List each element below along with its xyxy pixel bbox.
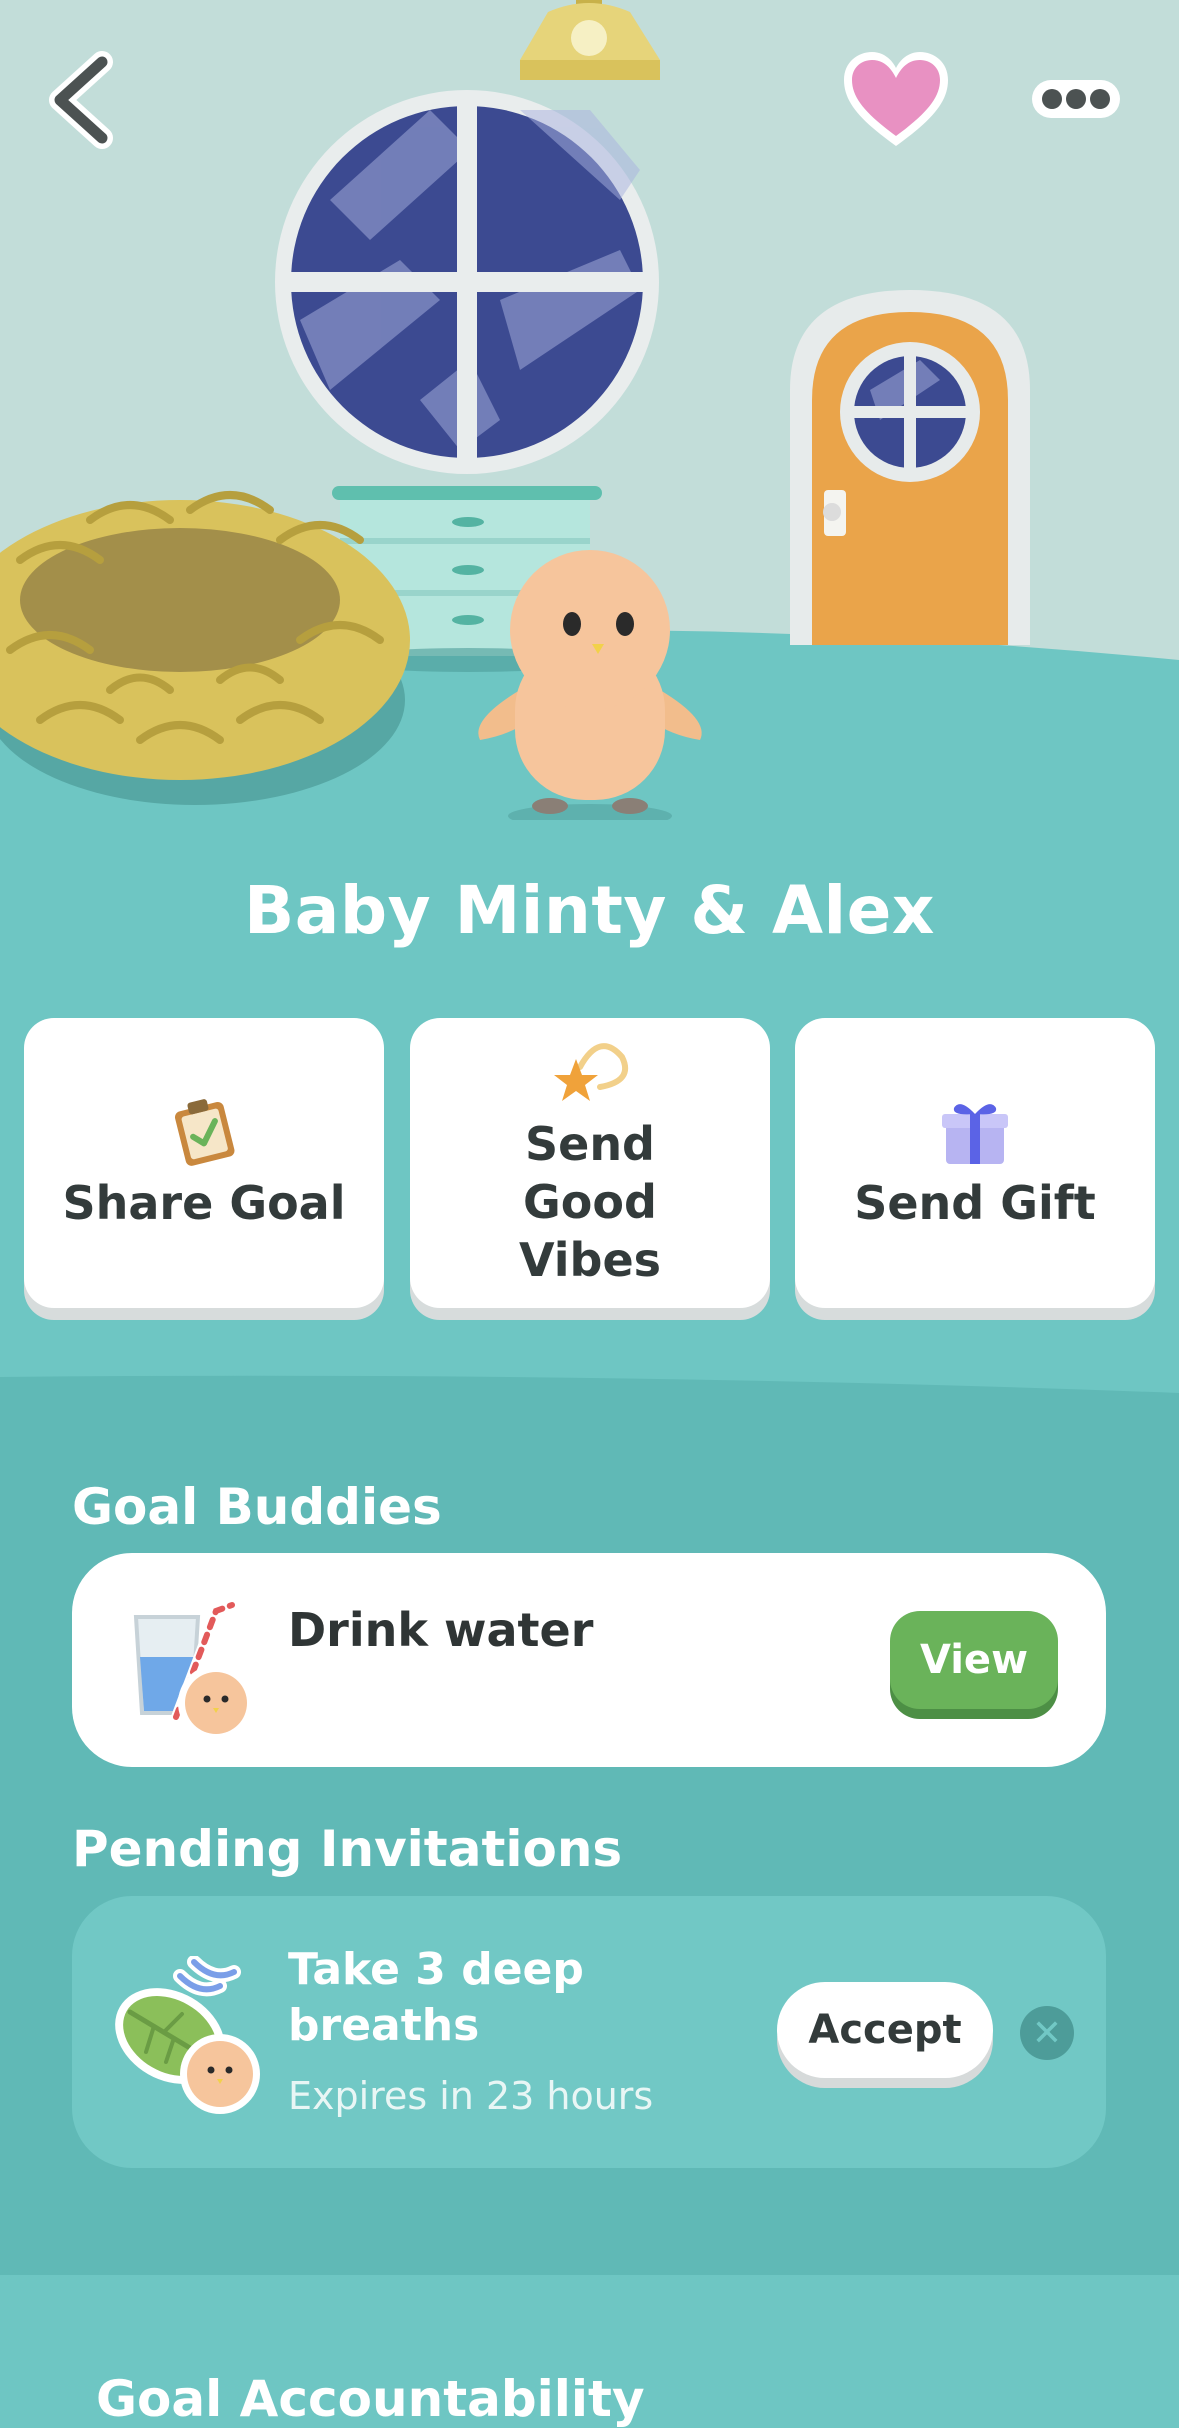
share-goal-button[interactable]: Share Goal [24, 1018, 384, 1308]
shooting-star-icon [554, 1043, 629, 1101]
share-goal-label: Share Goal [62, 1176, 346, 1230]
send-gift-label: Send Gift [854, 1176, 1096, 1230]
goal-buddies-title: Goal Buddies [72, 1478, 442, 1536]
dismiss-button[interactable]: ✕ [1020, 2006, 1074, 2060]
leaf-wind-icon [115, 1956, 260, 2114]
gift-icon [942, 1104, 1008, 1164]
more-options-button[interactable] [1030, 76, 1122, 122]
send-good-vibes-label: Send Good Vibes [518, 1117, 662, 1287]
back-button[interactable] [40, 50, 120, 150]
heart-icon [844, 52, 948, 146]
room-illustration [0, 0, 1179, 820]
goal-accountability-title: Goal Accountability [96, 2370, 645, 2428]
chevron-left-icon [49, 51, 113, 149]
goal-buddy-card[interactable]: Drink water View [72, 1553, 1106, 1767]
favorite-button[interactable] [840, 48, 952, 152]
ellipsis-icon [1032, 80, 1120, 118]
clipboard-check-icon [174, 1099, 235, 1166]
pending-invitations-title: Pending Invitations [72, 1820, 623, 1878]
water-glass-icon [133, 1600, 254, 1741]
goal-buddy-name: Drink water [288, 1603, 594, 1657]
send-gift-button[interactable]: Send Gift [795, 1018, 1155, 1308]
close-icon: ✕ [1031, 2012, 1063, 2054]
invitation-card: Take 3 deep breaths Expires in 23 hours … [72, 1896, 1106, 2168]
view-button[interactable]: View [890, 1611, 1058, 1709]
invitation-expiry: Expires in 23 hours [288, 2074, 654, 2118]
invitation-name: Take 3 deep breaths [288, 1944, 584, 2051]
send-good-vibes-button[interactable]: Send Good Vibes [410, 1018, 770, 1308]
pet-title: Baby Minty & Alex [244, 872, 935, 949]
accept-button[interactable]: Accept [777, 1982, 993, 2078]
